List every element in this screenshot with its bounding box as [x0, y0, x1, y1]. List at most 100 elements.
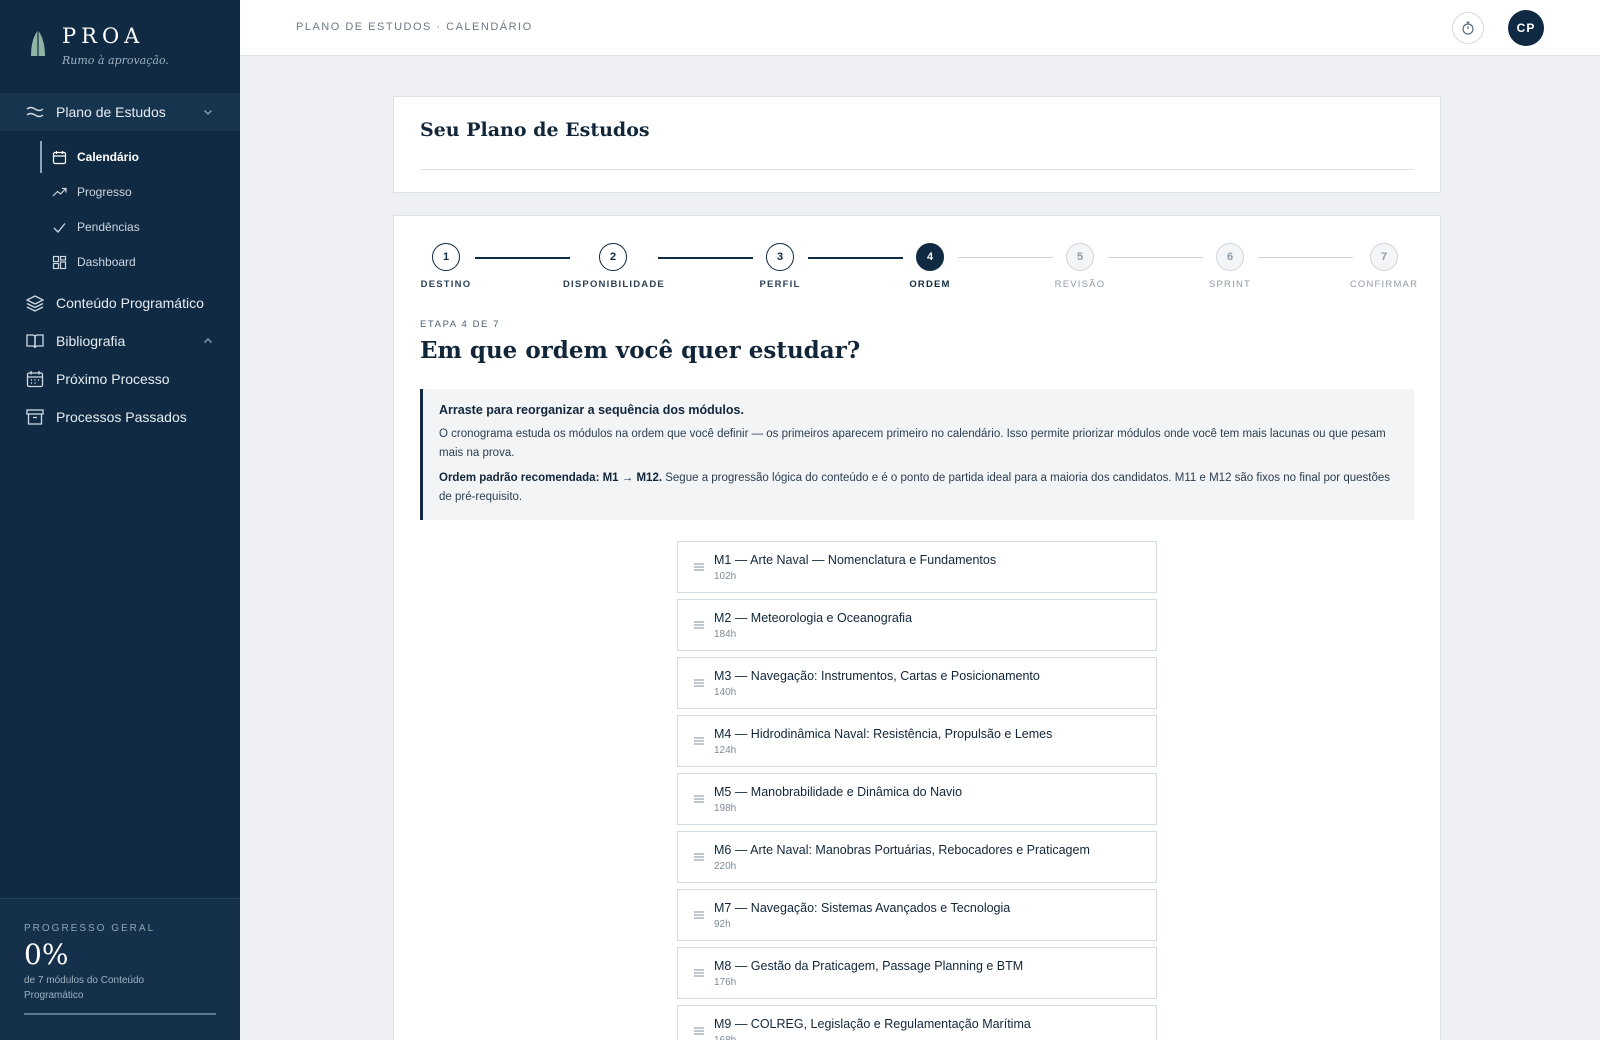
module-hours: 184h — [714, 629, 737, 640]
module-hours: 92h — [714, 919, 731, 930]
step-label: DISPONIBILIDADE — [563, 279, 665, 290]
trending-up-icon — [52, 187, 67, 196]
progress-description: de 7 módulos do Conteúdo Programático — [24, 975, 145, 1001]
module-item-m5[interactable]: M5 — Manobrabilidade e Dinâmica do Navio… — [677, 773, 1157, 825]
module-hours: 220h — [714, 861, 737, 872]
step-sprint: 6 SPRINT — [1180, 243, 1280, 290]
module-item-m3[interactable]: M3 — Navegação: Instrumentos, Cartas e P… — [677, 657, 1157, 709]
step-label: ORDEM — [909, 279, 951, 290]
module-item-m6[interactable]: M6 — Arte Naval: Manobras Portuárias, Re… — [677, 831, 1157, 883]
step-destino[interactable]: 1 DESTINO — [396, 243, 496, 290]
module-title: M5 — Manobrabilidade e Dinâmica do Navio — [714, 785, 963, 799]
timer-button[interactable] — [1452, 12, 1484, 44]
step-number: 5 — [1066, 243, 1094, 271]
module-hours: 176h — [714, 977, 737, 988]
step-number: 2 — [599, 243, 627, 271]
sail-logo-icon — [31, 30, 45, 56]
sidebar-subitem-label: Pendências — [77, 220, 140, 234]
chevron-up-icon[interactable] — [202, 335, 214, 347]
step-label: DESTINO — [420, 279, 472, 290]
step-number: 4 — [916, 243, 944, 271]
module-title: M6 — Arte Naval: Manobras Portuárias, Re… — [714, 843, 1090, 857]
wizard-heading: Em que ordem você quer estudar? — [420, 337, 861, 364]
sidebar-subitem-progresso[interactable]: Progresso — [40, 176, 240, 208]
sidebar-item-bibliografia[interactable]: Bibliografia — [0, 322, 240, 360]
step-number: 7 — [1370, 243, 1398, 271]
step-label: SPRINT — [1208, 279, 1252, 290]
sidebar-item-label: Bibliografia — [56, 333, 126, 349]
callout-note: Ordem padrão recomendada: M1 → M12. Segu… — [439, 469, 1396, 507]
sidebar: PROA Rumo à aprovação. Plano de Estudos … — [0, 0, 240, 1040]
sidebar-item-label: Próximo Processo — [56, 371, 170, 387]
module-title: M7 — Navegação: Sistemas Avançados e Tec… — [714, 901, 1011, 915]
topbar: PLANO DE ESTUDOS · CALENDÁRIO CP — [240, 0, 1600, 56]
sidebar-item-processos-passados[interactable]: Processos Passados — [0, 398, 240, 436]
sidebar-item-label: Plano de Estudos — [56, 104, 166, 120]
avatar[interactable]: CP — [1508, 10, 1544, 46]
module-item-m7[interactable]: M7 — Navegação: Sistemas Avançados e Tec… — [677, 889, 1157, 941]
sidebar-subitem-pendencias[interactable]: Pendências — [40, 211, 240, 243]
module-title: M8 — Gestão da Praticagem, Passage Plann… — [714, 959, 1024, 973]
sidebar-item-conteudo-programatico[interactable]: Conteúdo Programático — [0, 284, 240, 322]
brand-name: PROA — [62, 24, 145, 48]
module-item-m4[interactable]: M4 — Hidrodinâmica Naval: Resistência, P… — [677, 715, 1157, 767]
step-number: 3 — [766, 243, 794, 271]
drag-handle-icon[interactable] — [694, 909, 704, 921]
wizard-card: 1 DESTINO 2 DISPONIBILIDADE 3 PERFIL 4 O… — [393, 215, 1441, 1040]
page-header-card: Seu Plano de Estudos — [393, 96, 1441, 193]
step-ordem[interactable]: 4 ORDEM — [880, 243, 980, 290]
callout-note-bold: Ordem padrão recomendada: M1 → M12. — [439, 472, 663, 484]
drag-handle-icon[interactable] — [694, 1025, 704, 1037]
module-hours: 124h — [714, 745, 737, 756]
step-disponibilidade[interactable]: 2 DISPONIBILIDADE — [563, 243, 665, 290]
module-item-m8[interactable]: M8 — Gestão da Praticagem, Passage Plann… — [677, 947, 1157, 999]
step-label: REVISÃO — [1054, 279, 1106, 290]
progress-panel: PROGRESSO GERAL 0% de 7 módulos do Conte… — [0, 898, 240, 1040]
step-label: PERFIL — [759, 279, 801, 290]
drag-handle-icon[interactable] — [694, 735, 704, 747]
sidebar-item-plano-de-estudos[interactable]: Plano de Estudos — [0, 93, 240, 131]
module-title: M3 — Navegação: Instrumentos, Cartas e P… — [714, 669, 1040, 683]
grid-icon — [52, 255, 67, 269]
progress-value: 0% — [24, 938, 69, 971]
module-title: M2 — Meteorologia e Oceanografia — [714, 611, 913, 625]
module-hours: 140h — [714, 687, 737, 698]
module-title: M4 — Hidrodinâmica Naval: Resistência, P… — [714, 727, 1053, 741]
drag-handle-icon[interactable] — [694, 851, 704, 863]
check-icon — [53, 222, 66, 233]
module-item-m1[interactable]: M1 — Arte Naval — Nomenclatura e Fundame… — [677, 541, 1157, 593]
sidebar-subitem-label: Dashboard — [77, 255, 136, 269]
module-hours: 168h — [714, 1035, 736, 1040]
step-number: 6 — [1216, 243, 1244, 271]
module-item-m2[interactable]: M2 — Meteorologia e Oceanografia 184h — [677, 599, 1157, 651]
module-item-m9[interactable]: M9 — COLREG, Legislação e Regulamentação… — [677, 1005, 1157, 1040]
chevron-down-icon[interactable] — [202, 106, 214, 118]
stopwatch-icon — [1462, 21, 1474, 35]
sidebar-item-proximo-processo[interactable]: Próximo Processo — [0, 360, 240, 398]
drag-handle-icon[interactable] — [694, 619, 704, 631]
calendar-icon — [52, 150, 67, 164]
sidebar-subitem-calendario[interactable]: Calendário — [40, 141, 240, 173]
step-confirmar: 7 CONFIRMAR — [1334, 243, 1434, 290]
drag-handle-icon[interactable] — [694, 677, 704, 689]
step-revisao: 5 REVISÃO — [1030, 243, 1130, 290]
module-title: M9 — COLREG, Legislação e Regulamentação… — [714, 1017, 1031, 1031]
drag-handle-icon[interactable] — [694, 967, 704, 979]
sidebar-subitem-dashboard[interactable]: Dashboard — [40, 246, 240, 278]
module-hours: 198h — [714, 803, 737, 814]
waves-icon — [26, 106, 44, 118]
callout-body: O cronograma estuda os módulos na ordem … — [439, 428, 1386, 459]
step-label: CONFIRMAR — [1349, 279, 1419, 290]
sidebar-item-label: Processos Passados — [56, 409, 187, 425]
divider — [420, 169, 1414, 170]
module-hours: 102h — [714, 571, 737, 582]
step-perfil[interactable]: 3 PERFIL — [730, 243, 830, 290]
callout-title: Arraste para reorganizar a sequência dos… — [439, 403, 744, 417]
archive-icon — [26, 409, 44, 425]
module-title: M1 — Arte Naval — Nomenclatura e Fundame… — [714, 553, 997, 567]
drag-handle-icon[interactable] — [694, 561, 704, 573]
drag-handle-icon[interactable] — [694, 793, 704, 805]
step-eyebrow: ETAPA 4 DE 7 — [420, 319, 501, 330]
brand-tagline: Rumo à aprovação. — [62, 54, 169, 67]
info-callout: Arraste para reorganizar a sequência dos… — [420, 389, 1414, 520]
